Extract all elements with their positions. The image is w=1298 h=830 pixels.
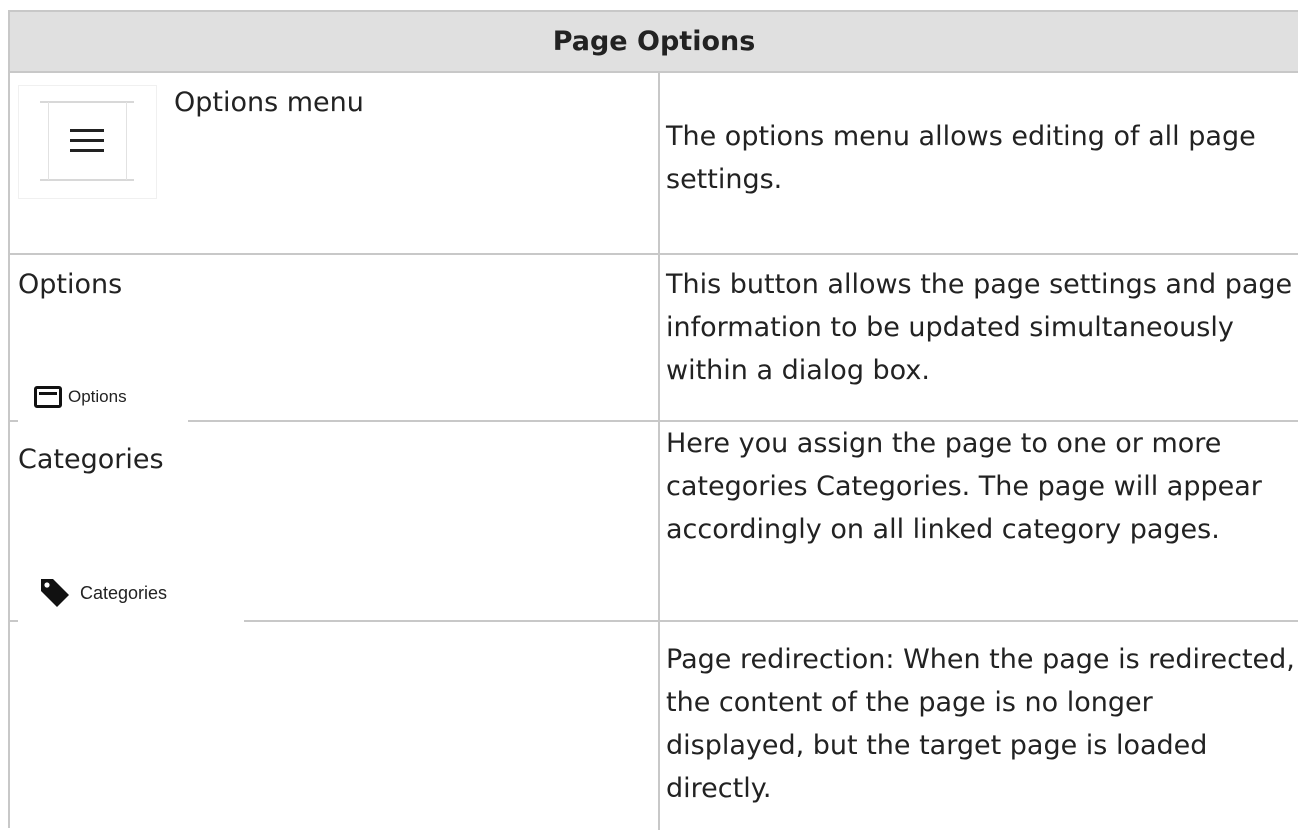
label-cell: Categories Categories — [10, 422, 658, 635]
options-menu-thumbnail — [18, 85, 157, 199]
table-row-redirection: Page redirection: When the page is redir… — [10, 622, 1298, 830]
row-description: Here you assign the page to one or more … — [666, 428, 1262, 545]
table-row-options-menu: Options menu The options menu allows edi… — [10, 71, 1298, 255]
label-cell: Options Options — [10, 255, 658, 431]
row-label: Options menu — [174, 87, 364, 118]
table-row-categories: Categories Categories Here you assign th… — [10, 422, 1298, 635]
window-icon — [34, 385, 62, 408]
page-options-table: Page Options Options menu The options me… — [8, 10, 1298, 830]
row-description: The options menu allows editing of all p… — [666, 121, 1256, 195]
categories-button-label: Categories — [80, 582, 168, 603]
row-label: Options — [18, 269, 123, 300]
column-divider — [658, 71, 660, 830]
row-description: Page redirection: When the page is redir… — [666, 644, 1295, 804]
row-description: This button allows the page settings and… — [666, 269, 1293, 386]
hamburger-menu-icon — [70, 129, 104, 159]
table-header: Page Options — [10, 12, 1298, 73]
label-cell: Options menu — [10, 71, 658, 253]
table-row-options: Options Options This button allows the p… — [10, 255, 1298, 431]
row-label: Categories — [18, 444, 164, 475]
tag-icon — [41, 579, 69, 607]
label-cell — [10, 622, 658, 830]
options-button-label: Options — [68, 386, 127, 406]
options-button-thumbnail: Options — [18, 362, 188, 431]
